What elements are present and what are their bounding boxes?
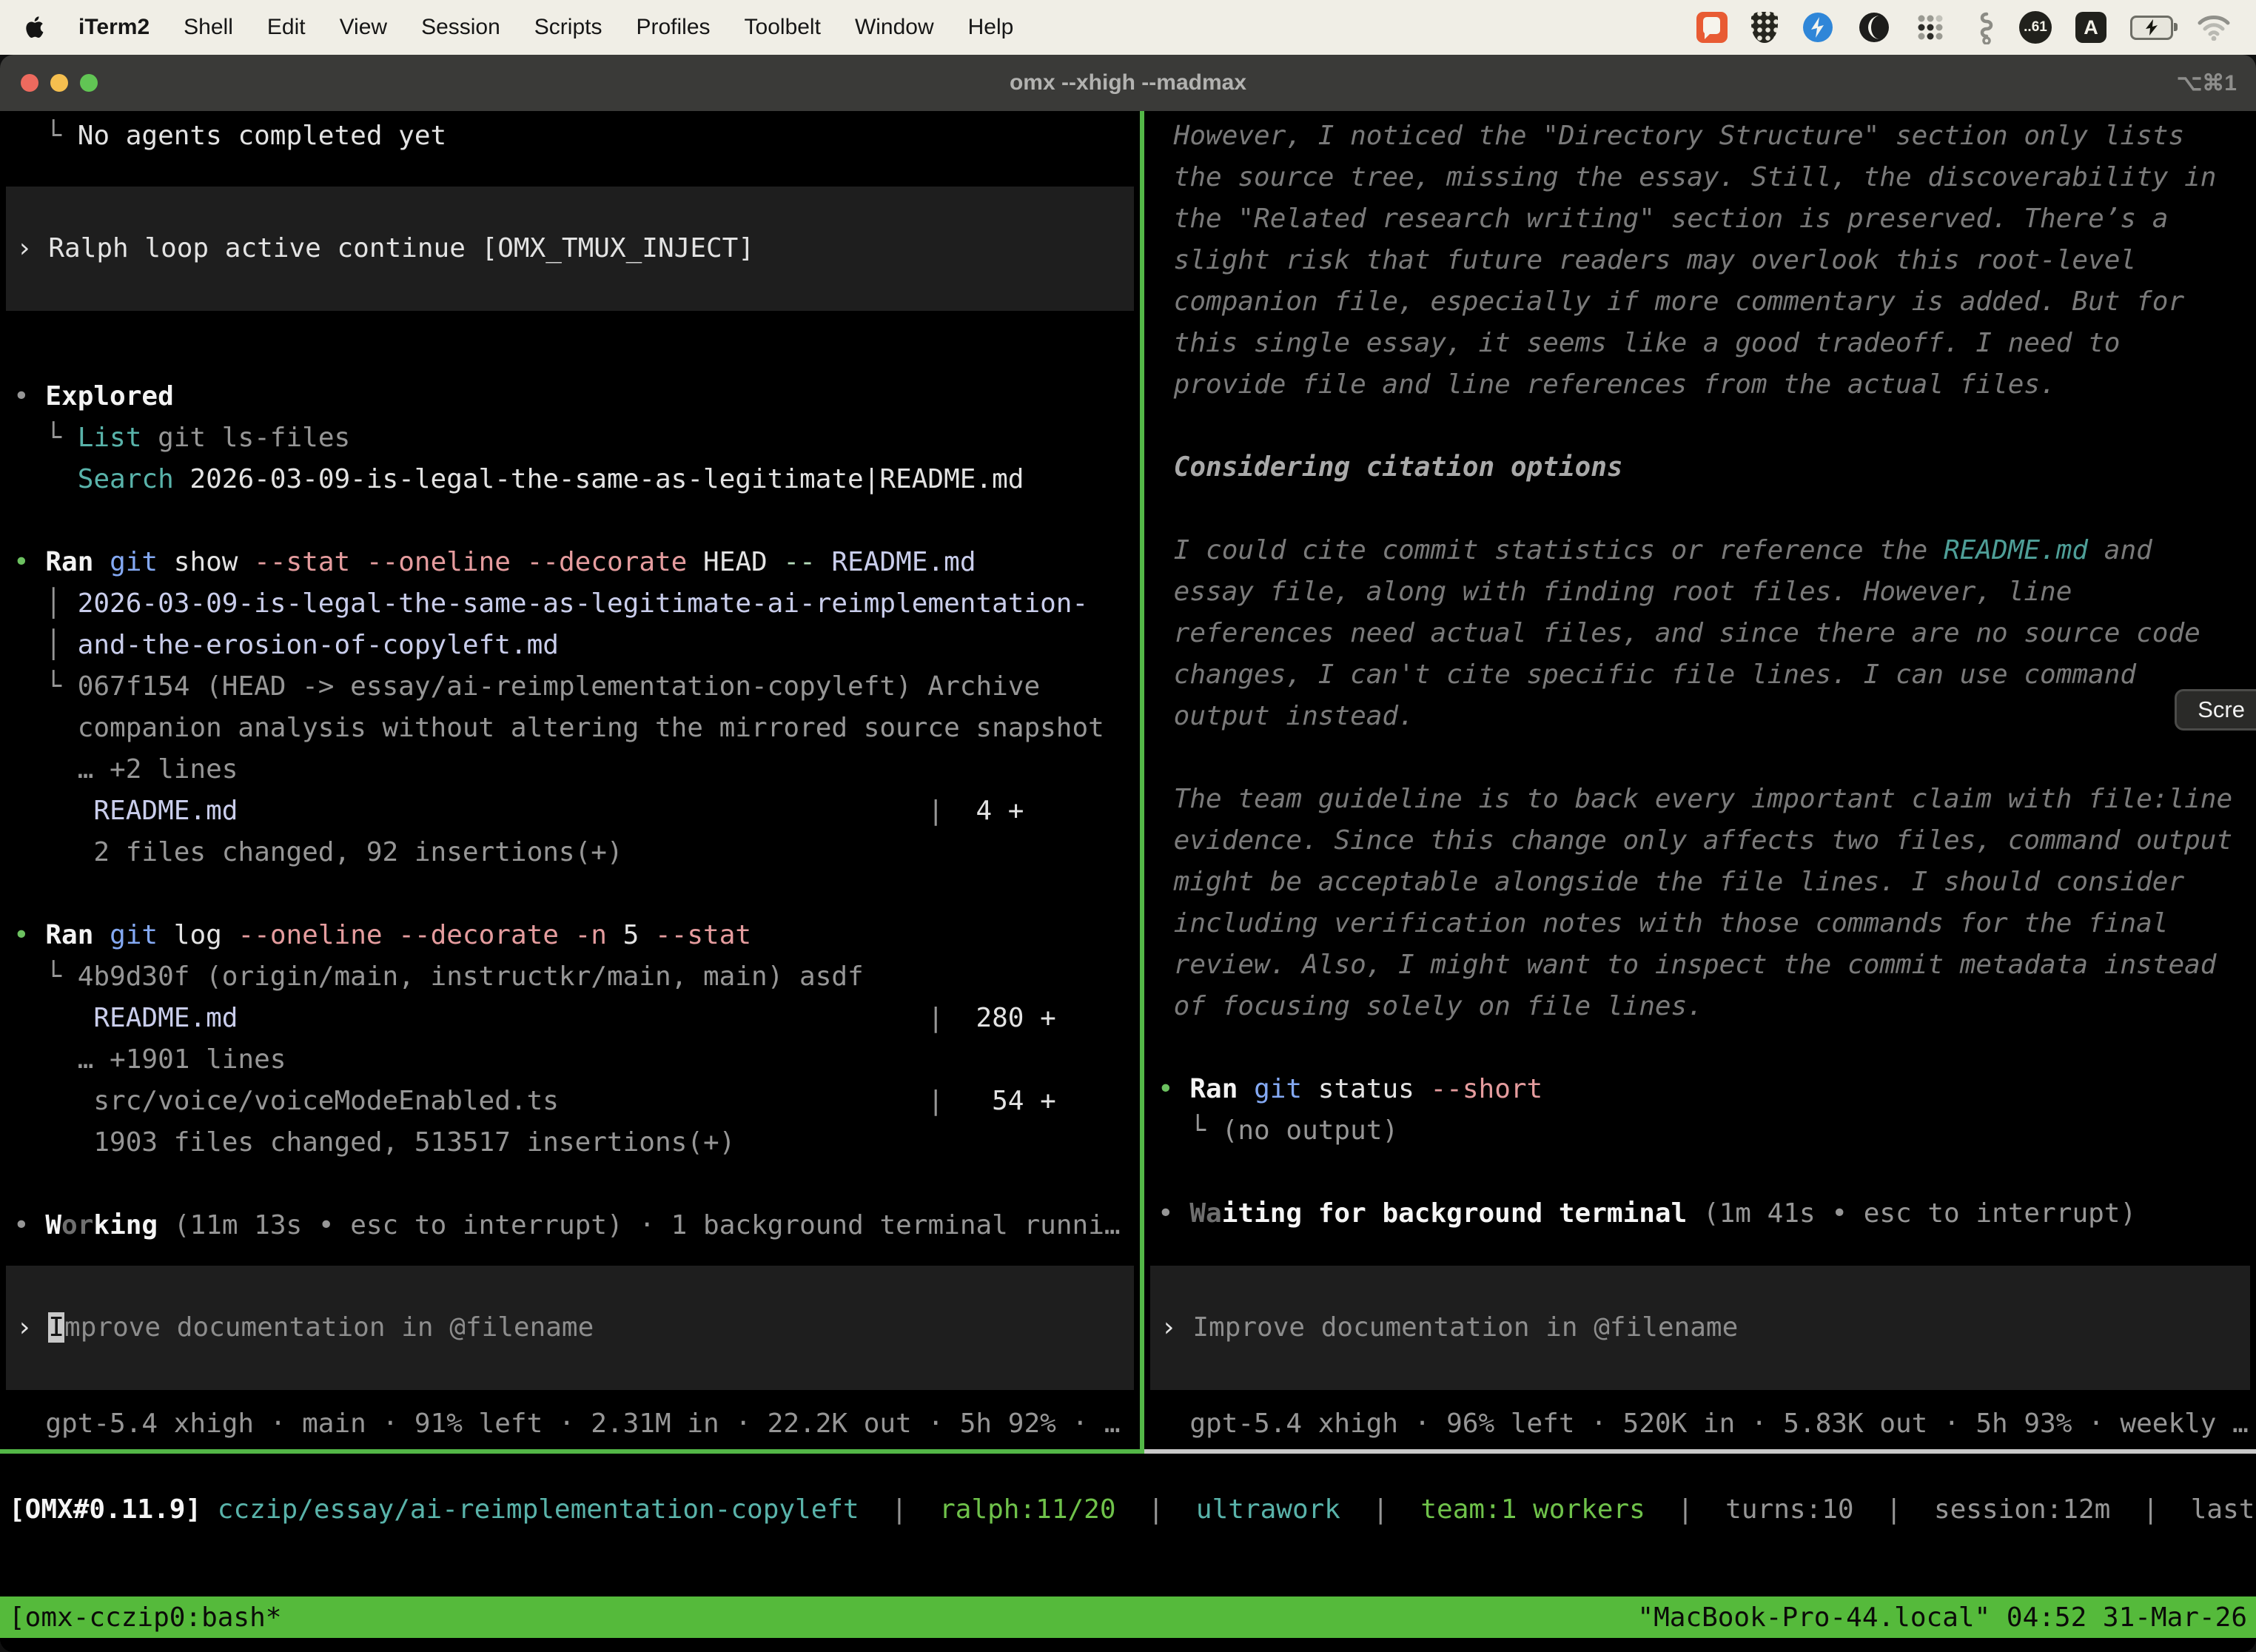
omx-status-line: [OMX#0.11.9] cczip/essay/ai-reimplementa… <box>0 1489 2256 1531</box>
prompt-input-box[interactable]: › Ralph loop active continue [OMX_TMUX_I… <box>6 187 1134 311</box>
blank-line <box>13 500 1140 542</box>
terminal-line: └ (no output) <box>1158 1110 2256 1152</box>
dots-grid-icon[interactable] <box>1914 11 1947 44</box>
menu-item-session[interactable]: Session <box>421 15 500 40</box>
menu-bar: iTerm2 Shell Edit View Session Scripts P… <box>0 0 2256 55</box>
terminal-line: companion file, especially if more comme… <box>1158 281 2256 323</box>
blank-line <box>1158 1027 2256 1069</box>
squiggle-icon[interactable] <box>1970 10 1995 44</box>
menu-item-edit[interactable]: Edit <box>267 15 306 40</box>
blank-line <box>1158 737 2256 779</box>
window-title: omx --xhigh --madmax <box>0 70 2256 95</box>
menu-item-help[interactable]: Help <box>968 15 1014 40</box>
terminal-line: … +2 lines <box>13 749 1140 790</box>
terminal-line: provide file and line references from th… <box>1158 364 2256 406</box>
terminal-line: slight risk that future readers may over… <box>1158 240 2256 281</box>
terminal-line: • Waiting for background terminal (1m 41… <box>1158 1193 2256 1235</box>
terminal-line: However, I noticed the "Directory Struct… <box>1158 115 2256 157</box>
blank-line <box>1158 406 2256 447</box>
terminal-line: output instead. <box>1158 696 2256 737</box>
left-agent-pane[interactable]: └ No agents completed yet › Ralph loop ac… <box>0 111 1140 1451</box>
chat-app-icon[interactable] <box>1696 12 1728 43</box>
terminal-line: of focusing solely on file lines. <box>1158 986 2256 1027</box>
menu-item-window[interactable]: Window <box>855 15 934 40</box>
menu-item-profiles[interactable]: Profiles <box>636 15 710 40</box>
terminal-line: changes, I can't cite specific file line… <box>1158 654 2256 696</box>
terminal-line: [OMX#0.11.9] cczip/essay/ai-reimplementa… <box>9 1489 2256 1531</box>
prompt-text: › Improve documentation in @filename <box>1161 1307 1738 1349</box>
screen-overlay-tooltip: Scre <box>2175 689 2256 731</box>
blank-line <box>13 1164 1140 1205</box>
terminal-line: review. Also, I might want to inspect th… <box>1158 944 2256 986</box>
battery-percent-badge-icon[interactable]: ..61 <box>2019 11 2052 44</box>
terminal-line: Search 2026-03-09-is-legal-the-same-as-l… <box>13 459 1140 500</box>
shield-app-icon[interactable] <box>1751 12 1778 43</box>
prompt-text: › Ralph loop active continue [OMX_TMUX_I… <box>16 228 754 269</box>
terminal-line: evidence. Since this change only affects… <box>1158 820 2256 862</box>
crescent-app-icon[interactable] <box>1858 11 1890 44</box>
bolt-app-icon[interactable] <box>1802 11 1834 44</box>
terminal-line: README.md | 280 + <box>13 998 1140 1039</box>
blank-line <box>13 873 1140 915</box>
menu-item-view[interactable]: View <box>340 15 387 40</box>
terminal-line: │ and-the-erosion-of-copyleft.md <box>13 625 1140 666</box>
terminal-line: • Explored <box>13 376 1140 417</box>
terminal-line: 1903 files changed, 513517 insertions(+) <box>13 1122 1140 1164</box>
terminal-area: └ No agents completed yet › Ralph loop ac… <box>0 111 2256 1652</box>
terminal-line: │ 2026-03-09-is-legal-the-same-as-legiti… <box>13 583 1140 625</box>
right-agent-pane[interactable]: However, I noticed the "Directory Struct… <box>1144 111 2256 1451</box>
window-shortcut-badge: ⌥⌘1 <box>2177 70 2237 96</box>
terminal-line: └ List git ls-files <box>13 417 1140 459</box>
terminal-line: companion analysis without altering the … <box>13 708 1140 749</box>
terminal-line: • Ran git status --short <box>1158 1069 2256 1110</box>
prompt-text: › Improve documentation in @filename <box>16 1307 594 1349</box>
prompt-input-box[interactable]: › Improve documentation in @filename <box>1150 1266 2250 1390</box>
terminal-line: src/voice/voiceModeEnabled.ts | 54 + <box>13 1081 1140 1122</box>
blank-line <box>1158 488 2256 530</box>
terminal-line: I could cite commit statistics or refere… <box>1158 530 2256 571</box>
terminal-line: this single essay, it seems like a good … <box>1158 323 2256 364</box>
menu-item-iterm2[interactable]: iTerm2 <box>78 15 150 40</box>
prompt-input-box[interactable]: › Improve documentation in @filename <box>6 1266 1134 1390</box>
window-titlebar: omx --xhigh --madmax ⌥⌘1 <box>0 55 2256 112</box>
menu-status-icons: ..61 A <box>1696 10 2231 44</box>
terminal-line: • Working (11m 13s • esc to interrupt) ·… <box>13 1205 1140 1246</box>
assistant-app-icon[interactable]: A <box>2075 12 2106 43</box>
apple-menu-icon[interactable] <box>25 16 44 39</box>
tmux-status-bar: [omx-cczip0:bash* "MacBook-Pro-44.local"… <box>0 1596 2256 1638</box>
menu-item-toolbelt[interactable]: Toolbelt <box>745 15 821 40</box>
terminal-line: references need actual files, and since … <box>1158 613 2256 654</box>
terminal-line: └ 4b9d30f (origin/main, instructkr/main,… <box>13 956 1140 998</box>
terminal-line: └ No agents completed yet <box>13 115 1140 157</box>
tmux-session-label: [omx-cczip0:bash* <box>9 1602 281 1633</box>
terminal-line: 2 files changed, 92 insertions(+) <box>13 832 1140 873</box>
terminal-line: └ 067f154 (HEAD -> essay/ai-reimplementa… <box>13 666 1140 708</box>
right-pane-bottom-border <box>1144 1449 2256 1454</box>
terminal-line: the source tree, missing the essay. Stil… <box>1158 157 2256 198</box>
terminal-line: • Ran git show --stat --oneline --decora… <box>13 542 1140 583</box>
terminal-line: might be acceptable alongside the file l… <box>1158 862 2256 903</box>
terminal-line: … +1901 lines <box>13 1039 1140 1081</box>
wifi-icon[interactable] <box>2197 14 2231 41</box>
menu-item-shell[interactable]: Shell <box>184 15 233 40</box>
terminal-line: the "Related research writing" section i… <box>1158 198 2256 240</box>
terminal-line: essay file, along with finding root file… <box>1158 571 2256 613</box>
left-pane-bottom-border <box>0 1449 1144 1454</box>
terminal-line: Considering citation options <box>1158 447 2256 488</box>
terminal-line: • Ran git log --oneline --decorate -n 5 … <box>13 915 1140 956</box>
terminal-line: including verification notes with those … <box>1158 903 2256 944</box>
blank-line <box>1158 1152 2256 1193</box>
tmux-host-clock-label: "MacBook-Pro-44.local" 04:52 31-Mar-26 <box>1637 1602 2247 1633</box>
menu-item-scripts[interactable]: Scripts <box>534 15 602 40</box>
terminal-line: The team guideline is to back every impo… <box>1158 779 2256 820</box>
battery-icon[interactable] <box>2130 16 2173 40</box>
terminal-line: gpt-5.4 xhigh · main · 91% left · 2.31M … <box>13 1403 1140 1445</box>
terminal-line: gpt-5.4 xhigh · 96% left · 520K in · 5.8… <box>1158 1403 2256 1445</box>
terminal-line: README.md | 4 + <box>13 790 1140 832</box>
iterm2-window: omx --xhigh --madmax ⌥⌘1 └ No agents com… <box>0 55 2256 1652</box>
